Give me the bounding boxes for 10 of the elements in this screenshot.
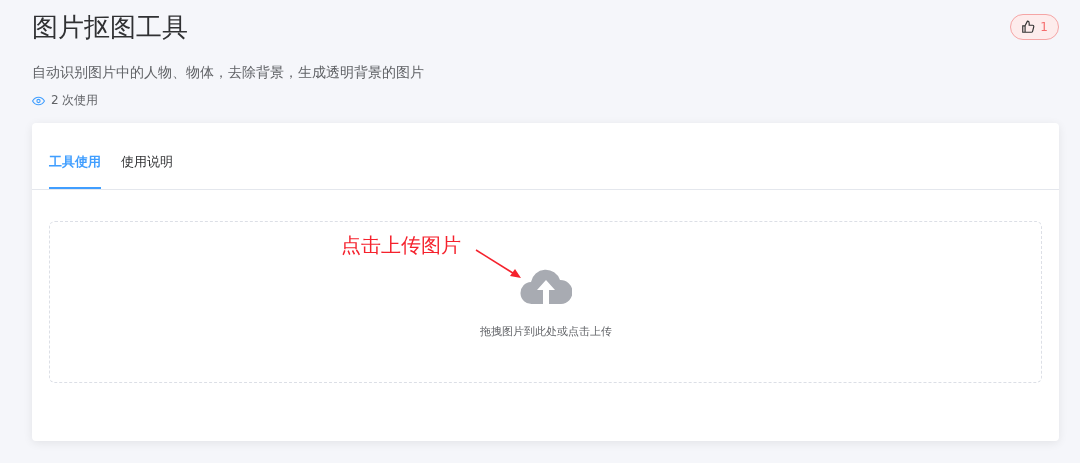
annotation-text: 点击上传图片: [341, 232, 461, 259]
page-title: 图片抠图工具: [32, 10, 188, 44]
upload-hint: 拖拽图片到此处或点击上传: [479, 323, 612, 339]
tab[interactable]: 使用说明: [121, 153, 173, 189]
upload-dropzone[interactable]: 拖拽图片到此处或点击上传 点击上传图片: [49, 221, 1042, 383]
description: 自动识别图片中的人物、物体，去除背景，生成透明背景的图片: [32, 64, 425, 82]
eye-icon: [32, 95, 45, 106]
usage-count: 2 次使用: [51, 92, 99, 109]
thumbs-up-icon: [1021, 20, 1036, 34]
annotation-arrow: [474, 248, 524, 280]
